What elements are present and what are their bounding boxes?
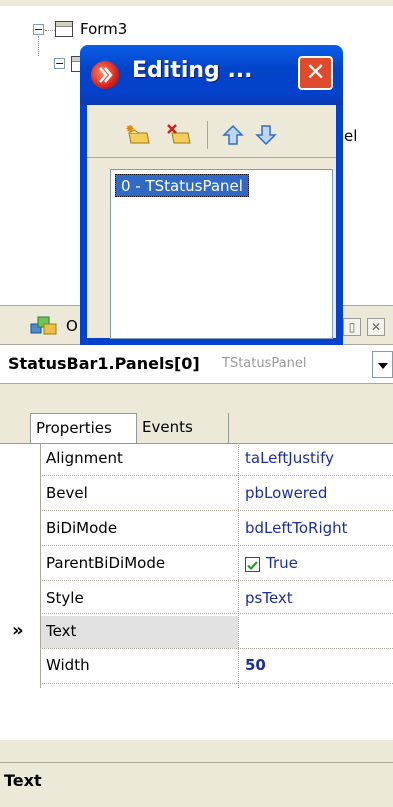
pin-icon[interactable]: ▯	[343, 318, 361, 336]
row-divider	[40, 510, 393, 511]
property-row-selected[interactable]: » Text	[0, 616, 393, 648]
property-value[interactable]: psText	[245, 589, 293, 607]
property-value[interactable]: taLeftJustify	[245, 449, 334, 467]
app-logo-icon	[91, 61, 119, 89]
property-row[interactable]: Width 50	[0, 651, 393, 682]
property-row[interactable]: Bevel pbLowered	[0, 479, 393, 510]
move-down-icon[interactable]	[253, 123, 279, 147]
move-up-icon[interactable]	[220, 123, 246, 147]
property-row[interactable]: ParentBiDiMode True	[0, 549, 393, 580]
property-grid: Alignment taLeftJustify Bevel pbLowered …	[0, 443, 393, 740]
collection-listbox[interactable]: 0 - TStatusPanel	[110, 169, 333, 339]
list-item-selected[interactable]: 0 - TStatusPanel	[115, 174, 249, 197]
tab-properties[interactable]: Properties	[30, 413, 137, 443]
object-selector[interactable]: StatusBar1.Panels[0] TStatusPanel	[0, 344, 393, 384]
property-name: Style	[46, 589, 84, 607]
property-value[interactable]: bdLeftToRight	[245, 519, 348, 537]
property-row[interactable]: BiDiMode bdLeftToRight	[0, 514, 393, 545]
delete-icon[interactable]	[166, 123, 192, 147]
toolbar-separator	[207, 121, 208, 149]
editor-title: Editing ...	[132, 58, 253, 83]
row-divider	[40, 580, 393, 581]
object-inspector-tab-label[interactable]: O	[66, 317, 78, 335]
property-value[interactable]: pbLowered	[245, 484, 327, 502]
toolbar-divider	[87, 157, 336, 158]
selected-row-marker: »	[12, 620, 24, 641]
grid-column-line	[40, 443, 41, 688]
property-name: ParentBiDiMode	[46, 554, 166, 572]
row-divider	[40, 545, 393, 546]
property-name: Width	[46, 656, 90, 674]
property-name: Alignment	[46, 449, 123, 467]
selected-object-type: TStatusPanel	[222, 356, 307, 371]
checkbox-checked-icon[interactable]	[245, 557, 260, 572]
property-value[interactable]: True	[266, 554, 298, 572]
property-row[interactable]: Style psText	[0, 584, 393, 615]
property-row[interactable]: Alignment taLeftJustify	[0, 444, 393, 475]
row-divider	[40, 648, 393, 649]
grid-column-divider[interactable]	[238, 443, 240, 688]
object-inspector-icon	[30, 314, 60, 338]
property-name: BiDiMode	[46, 519, 118, 537]
add-new-icon[interactable]	[125, 123, 151, 147]
tab-events[interactable]: Events	[137, 413, 229, 443]
editor-titlebar[interactable]: Editing ... ✕	[80, 45, 343, 105]
row-divider	[40, 613, 393, 614]
row-divider	[40, 683, 393, 684]
selected-object-name: StatusBar1.Panels[0]	[8, 354, 200, 373]
close-panel-icon[interactable]: ✕	[367, 318, 385, 336]
close-button[interactable]: ✕	[298, 56, 333, 90]
status-text: Text	[4, 771, 42, 790]
property-name: Text	[46, 622, 77, 640]
row-divider	[40, 475, 393, 476]
property-name: Bevel	[46, 484, 88, 502]
property-value[interactable]: 50	[245, 656, 266, 674]
inspector-status-bar: Text	[0, 762, 393, 807]
object-dropdown-button[interactable]	[372, 351, 393, 378]
